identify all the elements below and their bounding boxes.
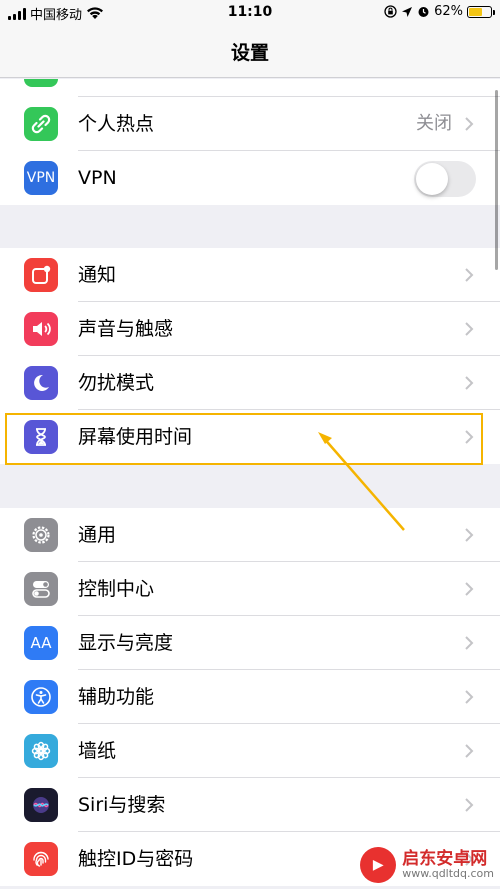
touch-id-icon (24, 842, 58, 876)
settings-row-cellular[interactable]: 蜂窝网络 (0, 79, 500, 97)
page-title: 设置 (230, 42, 269, 64)
chevron-right-icon (465, 322, 474, 336)
chevron-right-icon (465, 117, 474, 131)
settings-row-siri[interactable]: Siri与搜索 (0, 778, 500, 832)
settings-group-0: 蜂窝网络 (0, 79, 500, 97)
alarm-icon (418, 7, 429, 17)
control-center-icon (24, 572, 58, 606)
row-label: 个人热点 (78, 113, 155, 135)
chevron-right-icon (465, 430, 474, 444)
row-label: VPN (78, 167, 117, 189)
location-icon (402, 6, 413, 17)
siri-icon (24, 788, 58, 822)
settings-row-sounds[interactable]: 声音与触感 (0, 302, 500, 356)
vpn-icon: VPN (24, 161, 58, 195)
watermark-logo-icon: ▶ (360, 847, 397, 883)
accessibility-icon (24, 680, 58, 714)
status-bar: 中国移动 11:10 62% (0, 0, 500, 26)
chevron-right-icon (465, 690, 474, 704)
chevron-right-icon (465, 582, 474, 596)
settings-group-1: 个人热点 关闭 VPN VPN (0, 97, 500, 205)
row-label: 通知 (78, 264, 117, 286)
nav-bar: 设置 (0, 26, 500, 78)
settings-row-notifications[interactable]: 通知 (0, 248, 500, 302)
chevron-right-icon (465, 268, 474, 282)
gear-icon (24, 518, 58, 552)
chevron-right-icon (465, 376, 474, 390)
row-label: 通用 (78, 524, 117, 546)
row-label: 控制中心 (78, 578, 155, 600)
hourglass-icon (24, 420, 58, 454)
watermark-name: 启东安卓网 (402, 848, 488, 869)
settings-group-3: 通用 控制中心 AA 显示与亮度 辅助功能 墙纸 Siri与搜索 触控ID与密码 (0, 508, 500, 886)
settings-row-do-not-disturb[interactable]: 勿扰模式 (0, 356, 500, 410)
settings-row-wallpaper[interactable]: 墙纸 (0, 724, 500, 778)
settings-group-2: 通知 声音与触感 勿扰模式 屏幕使用时间 (0, 248, 500, 464)
row-label: 辅助功能 (78, 686, 155, 708)
settings-row-screen-time[interactable]: 屏幕使用时间 (0, 410, 500, 464)
hotspot-icon (24, 107, 58, 141)
display-icon: AA (24, 626, 58, 660)
battery-icon (467, 5, 495, 18)
settings-row-control-center[interactable]: 控制中心 (0, 562, 500, 616)
chevron-right-icon (465, 744, 474, 758)
row-label: 声音与触感 (78, 318, 174, 340)
cellular-icon (24, 79, 58, 87)
screen-lock-icon (384, 5, 397, 18)
settings-row-vpn[interactable]: VPN VPN (0, 151, 500, 205)
watermark-url: www.qdltdq.com (402, 867, 494, 881)
watermark: ▶ 启东安卓网 www.qdltdq.com (360, 847, 494, 883)
chevron-right-icon (465, 528, 474, 542)
settings-row-display[interactable]: AA 显示与亮度 (0, 616, 500, 670)
scrollbar[interactable] (495, 90, 498, 270)
row-label: 蜂窝网络 (78, 79, 154, 97)
moon-icon (24, 366, 58, 400)
row-label: 显示与亮度 (78, 632, 174, 654)
row-label: 屏幕使用时间 (78, 426, 193, 448)
vpn-toggle[interactable] (414, 161, 476, 197)
notifications-icon (24, 258, 58, 292)
settings-row-general[interactable]: 通用 (0, 508, 500, 562)
row-label: 墙纸 (78, 740, 117, 762)
settings-row-hotspot[interactable]: 个人热点 关闭 (0, 97, 500, 151)
battery-percent: 62% (434, 4, 463, 19)
chevron-right-icon (465, 636, 474, 650)
sounds-icon (24, 312, 58, 346)
row-label: Siri与搜索 (78, 794, 166, 816)
row-label: 勿扰模式 (78, 372, 155, 394)
row-label: 触控ID与密码 (78, 848, 194, 870)
wallpaper-icon (24, 734, 58, 768)
chevron-right-icon (465, 798, 474, 812)
row-value: 关闭 (416, 113, 452, 134)
settings-row-accessibility[interactable]: 辅助功能 (0, 670, 500, 724)
